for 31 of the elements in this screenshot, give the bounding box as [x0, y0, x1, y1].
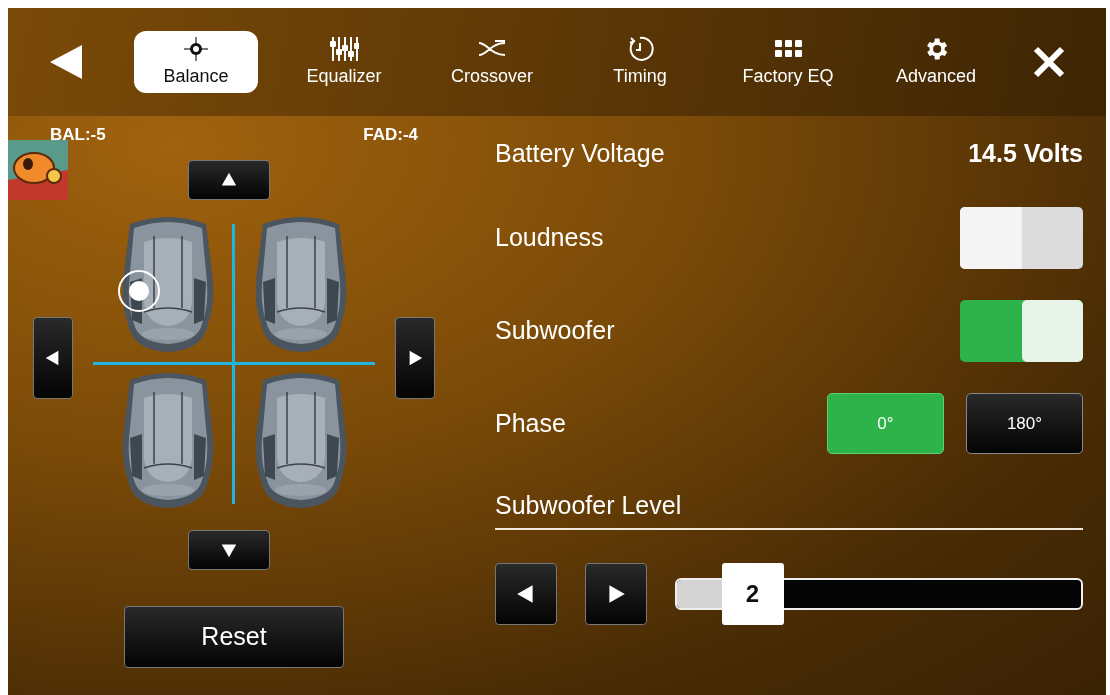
- toolbar-tab[interactable]: Advanced: [874, 31, 998, 93]
- sliders-icon: [329, 34, 359, 63]
- voltage-reading: 14.5 Volts: [968, 137, 1083, 169]
- level-up-button[interactable]: [585, 563, 647, 625]
- level-down-button[interactable]: [495, 563, 557, 625]
- setting-label: Loudness: [495, 221, 604, 253]
- toolbar-tab[interactable]: Timing: [578, 31, 702, 93]
- level-slider-thumb[interactable]: 2: [721, 563, 784, 625]
- balance-point-marker[interactable]: [118, 269, 160, 312]
- reset-button[interactable]: Reset: [124, 605, 344, 668]
- toolbar-tab[interactable]: Factory EQ: [726, 31, 850, 93]
- balance-left-button[interactable]: [33, 316, 73, 399]
- close-icon: [1032, 45, 1066, 79]
- toolbar-tab[interactable]: Equalizer: [282, 31, 406, 93]
- balance-right-button[interactable]: [395, 316, 435, 399]
- back-triangle-icon: [48, 43, 84, 81]
- crosshair-icon: [181, 34, 211, 63]
- toolbar-tab[interactable]: Crossover: [430, 31, 554, 93]
- toggle-switch[interactable]: [960, 206, 1083, 269]
- setting-label: Battery Voltage: [495, 137, 665, 169]
- balance-reading: BAL:-5: [50, 124, 106, 146]
- subwoofer-level-label: Subwoofer Level: [495, 489, 682, 521]
- setting-label: Subwoofer: [495, 314, 615, 346]
- toggle-switch[interactable]: [960, 299, 1083, 362]
- phase-option[interactable]: 180°: [966, 393, 1083, 454]
- fader-up-button[interactable]: [188, 159, 270, 200]
- bug-icon: [8, 140, 68, 200]
- setting-label: Phase: [495, 407, 566, 439]
- fader-reading: FAD:-4: [363, 124, 418, 146]
- fader-down-button[interactable]: [188, 529, 270, 570]
- toolbar-tab[interactable]: Balance: [134, 31, 258, 93]
